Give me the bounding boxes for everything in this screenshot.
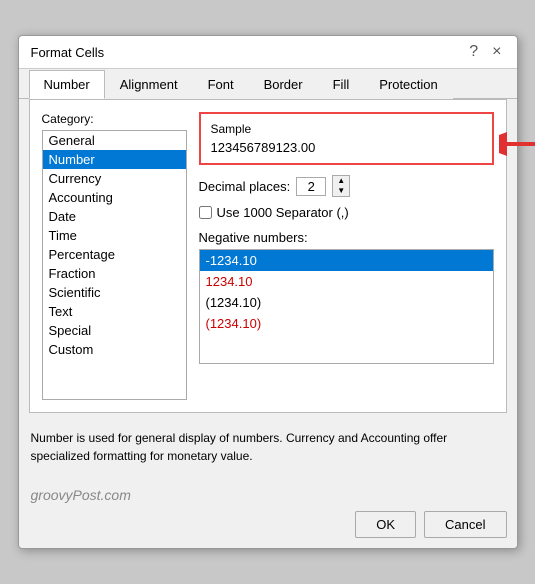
negative-list[interactable]: -1234.10 1234.10 (1234.10) (1234.10) bbox=[199, 249, 494, 364]
negative-item-1[interactable]: -1234.10 bbox=[200, 250, 493, 271]
close-button[interactable]: × bbox=[489, 44, 504, 60]
category-label: Category: bbox=[42, 112, 187, 126]
category-item-scientific[interactable]: Scientific bbox=[43, 283, 186, 302]
negative-item-3[interactable]: (1234.10) bbox=[200, 292, 493, 313]
watermark: groovyPost.com bbox=[19, 487, 517, 511]
title-bar: Format Cells ? × bbox=[19, 36, 517, 69]
tab-content: Category: General Number Currency Accoun… bbox=[29, 99, 507, 413]
button-row: OK Cancel bbox=[19, 511, 517, 548]
decimal-decrement[interactable]: ▼ bbox=[333, 186, 349, 196]
decimal-spinner: ▲ ▼ bbox=[332, 175, 350, 197]
title-bar-controls: ? × bbox=[466, 44, 504, 60]
tab-fill[interactable]: Fill bbox=[318, 70, 365, 99]
category-item-currency[interactable]: Currency bbox=[43, 169, 186, 188]
tab-bar: Number Alignment Font Border Fill Protec… bbox=[19, 69, 517, 99]
settings-panel: Sample 123456789123.00 Decimal places: bbox=[199, 112, 494, 400]
tab-protection[interactable]: Protection bbox=[364, 70, 453, 99]
negative-item-4[interactable]: (1234.10) bbox=[200, 313, 493, 334]
sample-value: 123456789123.00 bbox=[211, 140, 482, 155]
decimal-label: Decimal places: bbox=[199, 179, 291, 194]
category-item-time[interactable]: Time bbox=[43, 226, 186, 245]
separator-row: Use 1000 Separator (,) bbox=[199, 205, 494, 220]
negative-section: Negative numbers: -1234.10 1234.10 (1234… bbox=[199, 230, 494, 364]
category-panel: Category: General Number Currency Accoun… bbox=[42, 112, 187, 400]
decimal-input[interactable] bbox=[296, 177, 326, 196]
sample-label: Sample bbox=[211, 122, 482, 136]
ok-button[interactable]: OK bbox=[355, 511, 416, 538]
negative-item-2[interactable]: 1234.10 bbox=[200, 271, 493, 292]
category-item-percentage[interactable]: Percentage bbox=[43, 245, 186, 264]
separator-checkbox[interactable] bbox=[199, 206, 212, 219]
dialog-title: Format Cells bbox=[31, 45, 105, 60]
decimal-increment[interactable]: ▲ bbox=[333, 176, 349, 186]
category-item-special[interactable]: Special bbox=[43, 321, 186, 340]
category-item-accounting[interactable]: Accounting bbox=[43, 188, 186, 207]
category-item-date[interactable]: Date bbox=[43, 207, 186, 226]
tab-alignment[interactable]: Alignment bbox=[105, 70, 193, 99]
tab-number[interactable]: Number bbox=[29, 70, 105, 99]
tab-border[interactable]: Border bbox=[249, 70, 318, 99]
help-button[interactable]: ? bbox=[466, 44, 481, 60]
sample-wrapper: Sample 123456789123.00 bbox=[199, 112, 494, 175]
category-item-text[interactable]: Text bbox=[43, 302, 186, 321]
description-text: Number is used for general display of nu… bbox=[31, 429, 505, 475]
decimal-row: Decimal places: ▲ ▼ bbox=[199, 175, 494, 197]
category-item-custom[interactable]: Custom bbox=[43, 340, 186, 359]
negative-label: Negative numbers: bbox=[199, 230, 494, 245]
category-item-fraction[interactable]: Fraction bbox=[43, 264, 186, 283]
red-arrow-icon bbox=[499, 124, 535, 164]
dialog-footer: Number is used for general display of nu… bbox=[19, 423, 517, 487]
cancel-button[interactable]: Cancel bbox=[424, 511, 506, 538]
format-cells-dialog: Format Cells ? × Number Alignment Font B… bbox=[18, 35, 518, 549]
tab-font[interactable]: Font bbox=[193, 70, 249, 99]
category-item-number[interactable]: Number bbox=[43, 150, 186, 169]
sample-box: Sample 123456789123.00 bbox=[199, 112, 494, 165]
category-list[interactable]: General Number Currency Accounting Date … bbox=[42, 130, 187, 400]
separator-label: Use 1000 Separator (,) bbox=[217, 205, 349, 220]
category-item-general[interactable]: General bbox=[43, 131, 186, 150]
